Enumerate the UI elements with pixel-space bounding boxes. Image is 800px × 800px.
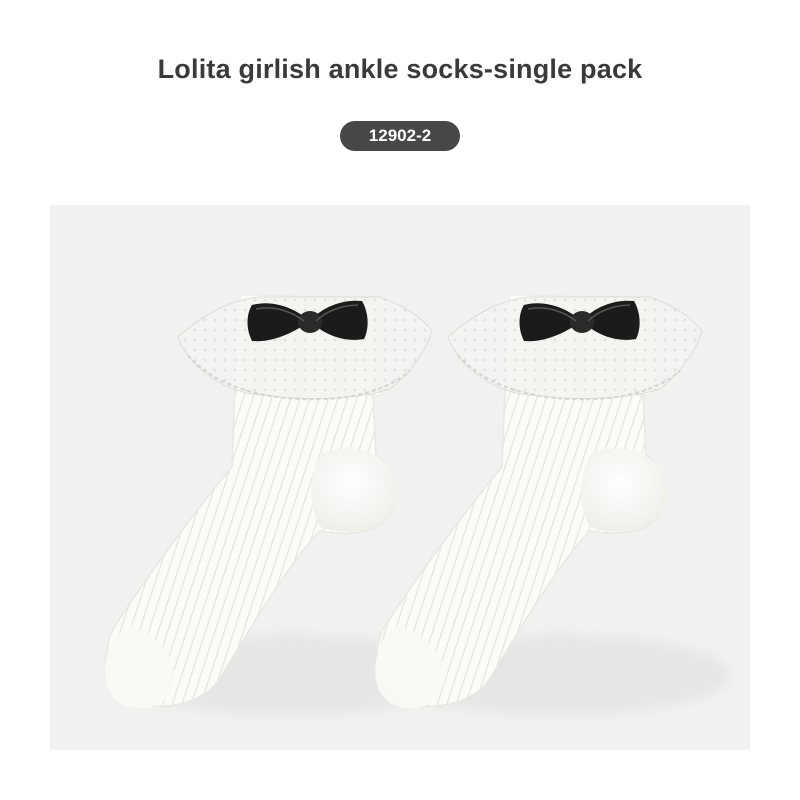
right-sock (375, 294, 730, 715)
sku-badge: 12902-2 (340, 121, 460, 151)
page-title: Lolita girlish ankle socks-single pack (157, 54, 643, 84)
product-photo (50, 205, 750, 750)
socks-illustration (105, 294, 730, 715)
product-page: Lolita girlish ankle socks-single pack 1… (0, 0, 800, 800)
